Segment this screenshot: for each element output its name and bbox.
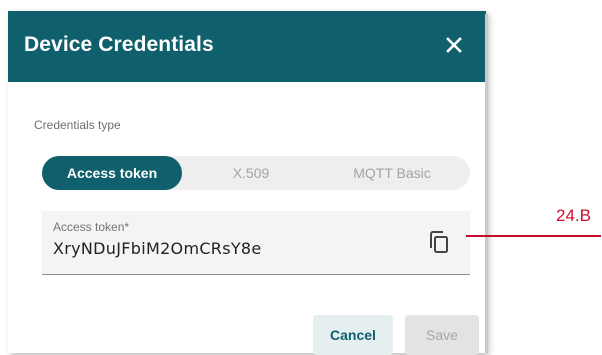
toggle-mqtt-basic[interactable]: MQTT Basic <box>322 156 462 190</box>
annotation-label: 24.B <box>556 206 591 225</box>
annotation-line <box>466 235 601 237</box>
access-token-value[interactable]: XryNDuJFbiM2OmCRsY8e <box>53 239 262 258</box>
dialog-edge-divider <box>485 14 488 353</box>
cancel-button[interactable]: Cancel <box>313 315 393 355</box>
access-token-field[interactable]: Access token* XryNDuJFbiM2OmCRsY8e <box>42 211 470 275</box>
close-icon <box>446 37 462 53</box>
access-token-label: Access token* <box>53 220 130 234</box>
device-credentials-dialog: Device Credentials Credentials type Acce… <box>8 11 486 355</box>
copy-icon <box>430 231 448 253</box>
dialog-header: Device Credentials <box>8 11 486 82</box>
toggle-x509[interactable]: X.509 <box>191 156 311 190</box>
close-button[interactable] <box>438 29 470 61</box>
credentials-type-toggle: Access token X.509 MQTT Basic <box>42 156 470 190</box>
copy-button[interactable] <box>426 229 452 257</box>
dialog-title: Device Credentials <box>24 33 214 56</box>
toggle-access-token[interactable]: Access token <box>42 156 182 190</box>
credentials-type-label: Credentials type <box>34 118 121 132</box>
save-button[interactable]: Save <box>405 315 479 355</box>
